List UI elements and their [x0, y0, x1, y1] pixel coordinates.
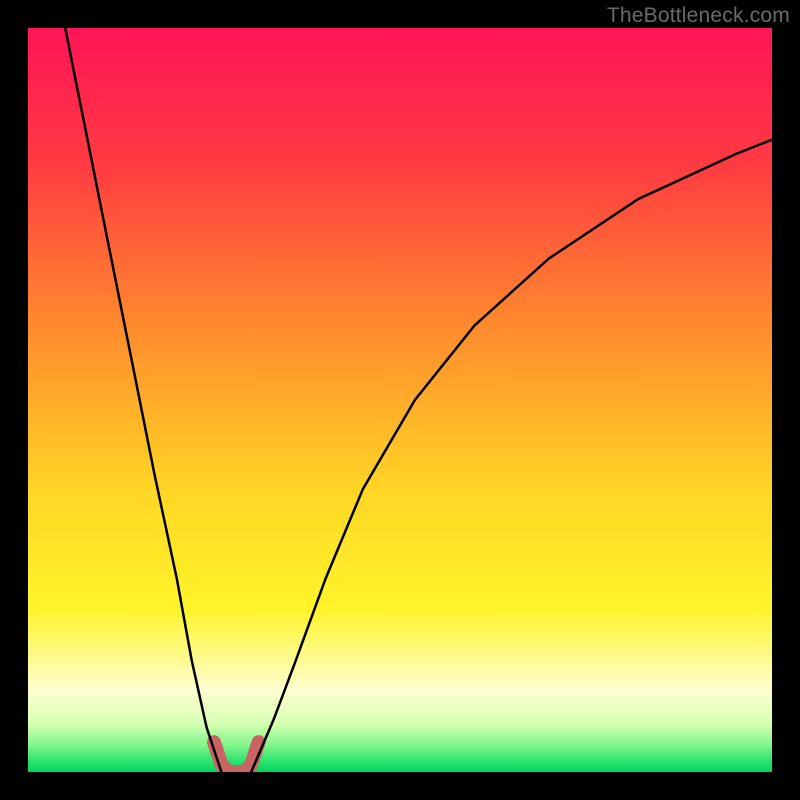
- right-ascent-path: [251, 140, 772, 772]
- left-descent-path: [65, 28, 221, 772]
- watermark-text: TheBottleneck.com: [607, 4, 790, 28]
- chart-curves: [28, 28, 772, 772]
- chart-frame: [28, 28, 772, 772]
